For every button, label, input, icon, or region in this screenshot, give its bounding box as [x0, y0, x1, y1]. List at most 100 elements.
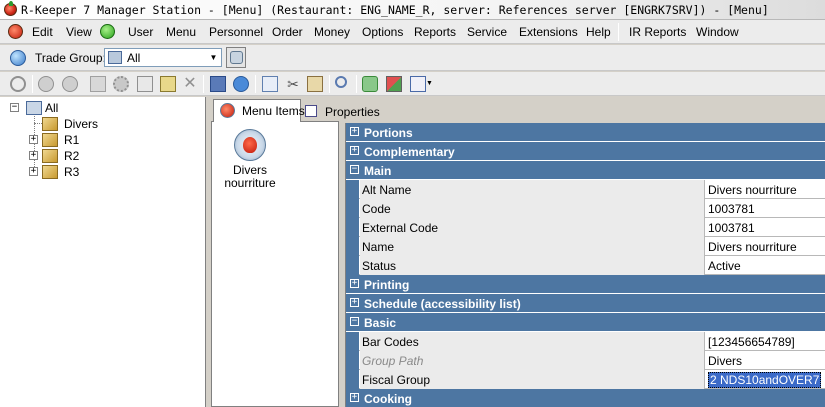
section-row[interactable]: + Cooking — [346, 389, 825, 407]
content-panel: Menu Items Properties Divers nourriture … — [211, 97, 825, 407]
section-row[interactable]: + Printing — [346, 275, 825, 294]
undo-icon[interactable] — [233, 76, 249, 92]
delete-icon[interactable]: ✕ — [182, 76, 198, 92]
filter-icon[interactable] — [362, 76, 378, 92]
save-icon[interactable] — [210, 76, 226, 92]
copy-icon[interactable] — [137, 76, 153, 92]
property-value-cell[interactable]: Divers nourriture — [706, 237, 825, 256]
app-icon[interactable] — [4, 1, 17, 16]
menu-user[interactable]: User — [128, 25, 153, 39]
menu-menu[interactable]: Menu — [166, 25, 196, 39]
menu-edit[interactable]: Edit — [32, 25, 53, 39]
collapse-icon[interactable]: − — [350, 317, 359, 326]
expand-icon[interactable]: + — [350, 146, 359, 155]
property-label-cell: Fiscal Group — [360, 370, 705, 389]
menu-service[interactable]: Service — [467, 25, 507, 39]
property-row[interactable]: Group Path Divers — [346, 351, 825, 370]
property-value-cell[interactable]: 2 NDS10andOVER7 — [706, 370, 825, 389]
menu-reports[interactable]: Reports — [414, 25, 456, 39]
property-value-cell[interactable]: 1003781 — [706, 218, 825, 237]
menu-ir-reports[interactable]: IR Reports — [629, 25, 686, 39]
section-row[interactable]: + Portions — [346, 123, 825, 142]
section-row[interactable]: + Complementary — [346, 142, 825, 161]
link-icon[interactable] — [386, 76, 402, 92]
tree-item-divers[interactable]: Divers — [8, 116, 198, 132]
collapse-icon[interactable]: − — [350, 165, 359, 174]
menu-money[interactable]: Money — [314, 25, 350, 39]
window-title: R-Keeper 7 Manager Station - [Menu] (Res… — [21, 3, 769, 17]
collapse-icon[interactable]: − — [10, 103, 19, 112]
properties-icon — [305, 105, 317, 117]
property-row[interactable]: Fiscal Group 2 NDS10andOVER7 — [346, 370, 825, 389]
row-gutter — [346, 351, 359, 370]
group-tree: − All Divers + R1 + R2 + R3 — [0, 97, 206, 407]
property-row[interactable]: Name Divers nourriture — [346, 237, 825, 256]
settings-icon[interactable] — [113, 76, 129, 92]
row-gutter — [346, 370, 359, 389]
tab-menu-items[interactable]: Menu Items — [213, 99, 305, 122]
property-row[interactable]: Alt Name Divers nourriture — [346, 180, 825, 199]
row-gutter — [346, 218, 359, 237]
paste-icon[interactable] — [307, 76, 323, 92]
forward-icon[interactable] — [62, 76, 78, 92]
folder-icon — [42, 117, 58, 131]
expand-icon[interactable]: + — [29, 135, 38, 144]
menu-personnel[interactable]: Personnel — [209, 25, 263, 39]
tree-icon[interactable] — [90, 76, 106, 92]
section-row[interactable]: − Main — [346, 161, 825, 180]
expand-icon[interactable]: + — [29, 151, 38, 160]
chevron-down-icon[interactable]: ▼ — [426, 76, 434, 92]
menu-order[interactable]: Order — [272, 25, 303, 39]
property-value-cell[interactable]: Divers nourriture — [706, 180, 825, 199]
tree-item-r3[interactable]: + R3 — [8, 164, 198, 180]
tab-properties[interactable]: Properties — [301, 101, 391, 121]
app-menu-icon[interactable] — [8, 24, 23, 39]
trade-group-settings-button[interactable] — [226, 47, 246, 68]
toolbar-separator — [32, 75, 33, 93]
section-label: Cooking — [364, 392, 412, 406]
refresh-icon[interactable] — [10, 76, 26, 92]
export-icon[interactable] — [160, 76, 176, 92]
properties-grid: + Portions + Complementary − Main Alt Name Dive… — [345, 123, 825, 407]
property-label-cell: Status — [360, 256, 705, 275]
property-row[interactable]: Code 1003781 — [346, 199, 825, 218]
tree-item-all[interactable]: − All — [8, 100, 198, 116]
expand-icon[interactable]: + — [29, 167, 38, 176]
toolbar-separator — [329, 75, 330, 93]
property-value[interactable]: 2 NDS10andOVER7 — [708, 372, 822, 388]
folder-icon — [42, 133, 58, 147]
expand-icon[interactable]: + — [350, 298, 359, 307]
expand-icon[interactable]: + — [350, 127, 359, 136]
cut-icon[interactable]: ✂ — [285, 76, 301, 92]
menu-help[interactable]: Help — [586, 25, 611, 39]
menu-extensions[interactable]: Extensions — [519, 25, 578, 39]
property-row[interactable]: Bar Codes [123456654789] — [346, 332, 825, 351]
tree-item-r2[interactable]: + R2 — [8, 148, 198, 164]
tree-item-label: R3 — [64, 165, 80, 179]
property-row[interactable]: Status Active — [346, 256, 825, 275]
property-label-cell: Alt Name — [360, 180, 705, 199]
toolbar-separator — [203, 75, 204, 93]
menu-options[interactable]: Options — [362, 25, 403, 39]
section-row[interactable]: + Schedule (accessibility list) — [346, 294, 825, 313]
grid-view-icon[interactable] — [410, 76, 426, 92]
property-value-cell[interactable]: 1003781 — [706, 199, 825, 218]
search-icon[interactable] — [335, 76, 347, 88]
menu-view[interactable]: View — [66, 25, 92, 39]
trade-group-select[interactable]: All ▼ — [104, 48, 222, 67]
title-bar: R-Keeper 7 Manager Station - [Menu] (Res… — [0, 0, 825, 20]
property-value-cell[interactable]: Active — [706, 256, 825, 275]
expand-icon[interactable]: + — [350, 393, 359, 402]
tree-item-r1[interactable]: + R1 — [8, 132, 198, 148]
property-value-cell[interactable]: [123456654789] — [706, 332, 825, 351]
back-icon[interactable] — [38, 76, 54, 92]
property-value-cell[interactable]: Divers — [706, 351, 825, 370]
property-row[interactable]: External Code 1003781 — [346, 218, 825, 237]
duplicate-icon[interactable] — [262, 76, 278, 92]
chevron-down-icon[interactable]: ▼ — [206, 49, 221, 66]
expand-icon[interactable]: + — [350, 279, 359, 288]
section-row[interactable]: − Basic — [346, 313, 825, 332]
row-gutter — [346, 237, 359, 256]
menu-item-icon — [220, 103, 235, 118]
menu-window[interactable]: Window — [696, 25, 739, 39]
